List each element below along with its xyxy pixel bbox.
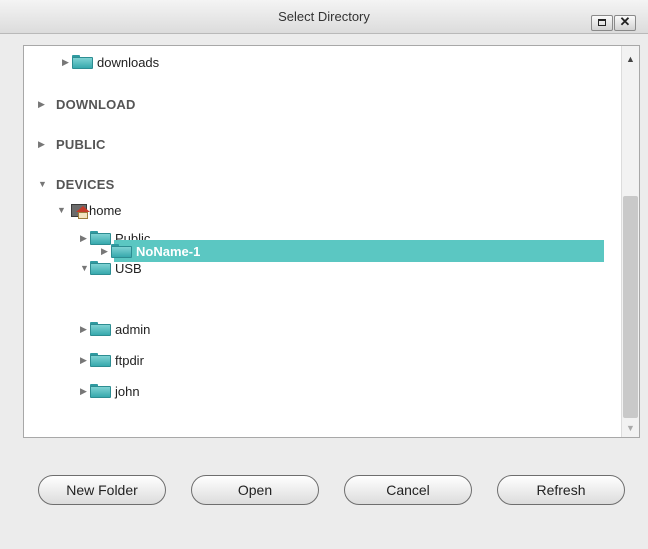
maximize-button[interactable]	[591, 15, 613, 31]
tree-item-home[interactable]: ▼ home	[57, 200, 122, 220]
cancel-button[interactable]: Cancel	[344, 475, 472, 505]
section-label: PUBLIC	[56, 136, 106, 152]
section-public[interactable]: ▶ PUBLIC	[38, 134, 106, 154]
window-title: Select Directory	[278, 9, 370, 24]
tree-item-label: home	[89, 202, 122, 218]
title-bar: Select Directory ✕	[0, 0, 648, 34]
directory-tree[interactable]: ▶ downloads ▶ DOWNLOAD ▶ PUBLIC ▼ DEVICE…	[23, 45, 640, 438]
tree-item-ftpdir[interactable]: ▶ ftpdir	[80, 350, 144, 370]
section-label: DEVICES	[56, 176, 115, 192]
expand-arrow-icon[interactable]: ▶	[80, 324, 90, 335]
folder-icon	[72, 55, 93, 69]
tree-item-downloads[interactable]: ▶ downloads	[62, 52, 159, 72]
tree-item-noname-1[interactable]: ▶ NoName-1	[101, 241, 200, 261]
expand-arrow-icon[interactable]: ▶	[101, 246, 111, 257]
section-download[interactable]: ▶ DOWNLOAD	[38, 94, 136, 114]
tree-item-label: USB	[115, 260, 142, 276]
expand-arrow-icon[interactable]: ▶	[62, 57, 72, 68]
expand-arrow-icon[interactable]: ▶	[80, 355, 90, 366]
folder-icon	[90, 261, 111, 275]
close-icon: ✕	[619, 14, 631, 29]
expand-arrow-icon[interactable]: ▶	[38, 139, 48, 150]
tree-item-label: NoName-1	[136, 243, 201, 259]
expand-arrow-icon[interactable]: ▶	[80, 233, 90, 244]
folder-icon	[90, 384, 111, 398]
vertical-scrollbar[interactable]: ▲ ▼	[621, 46, 639, 437]
collapse-arrow-icon[interactable]: ▼	[80, 263, 90, 273]
new-folder-button[interactable]: New Folder	[38, 475, 166, 505]
open-button[interactable]: Open	[191, 475, 319, 505]
scroll-up-arrow-icon[interactable]: ▲	[626, 54, 635, 64]
collapse-arrow-icon[interactable]: ▼	[57, 205, 67, 215]
tree-item-admin[interactable]: ▶ admin	[80, 319, 150, 339]
home-icon	[67, 201, 90, 219]
tree-item-label: admin	[115, 321, 151, 337]
expand-arrow-icon[interactable]: ▶	[38, 99, 48, 110]
section-label: DOWNLOAD	[56, 96, 136, 112]
tree-item-john[interactable]: ▶ john	[80, 381, 140, 401]
folder-icon	[90, 353, 111, 367]
folder-icon	[111, 244, 132, 258]
collapse-arrow-icon[interactable]: ▼	[38, 179, 48, 189]
tree-item-label: downloads	[97, 54, 160, 70]
section-devices[interactable]: ▼ DEVICES	[38, 174, 114, 194]
tree-item-label: ftpdir	[115, 352, 144, 368]
expand-arrow-icon[interactable]: ▶	[80, 386, 90, 397]
maximize-icon	[598, 19, 606, 26]
folder-icon	[90, 322, 111, 336]
refresh-button[interactable]: Refresh	[497, 475, 625, 505]
scroll-down-arrow-icon[interactable]: ▼	[626, 423, 635, 433]
scrollbar-thumb[interactable]	[623, 196, 638, 418]
close-button[interactable]: ✕	[614, 14, 636, 31]
tree-item-label: john	[115, 383, 140, 399]
